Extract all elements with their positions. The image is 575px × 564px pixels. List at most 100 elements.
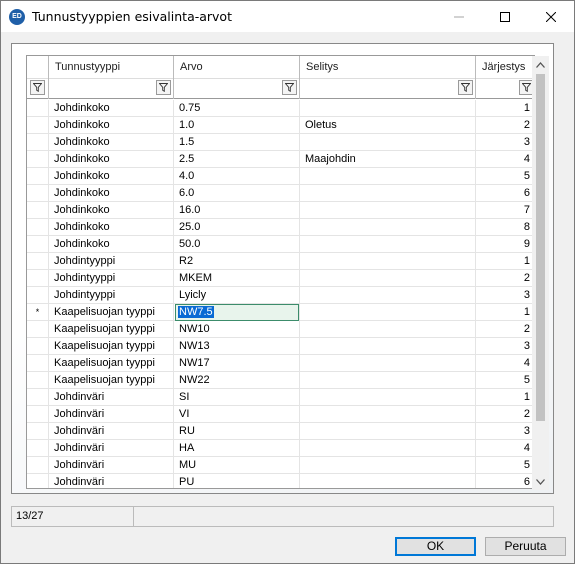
cell-tunnustyyppi[interactable]: Kaapelisuojan tyyppi (49, 338, 174, 355)
cell-arvo[interactable]: HA (174, 440, 300, 457)
row-indicator[interactable] (27, 321, 49, 338)
row-indicator[interactable] (27, 151, 49, 168)
cell-tunnustyyppi[interactable]: Johdinkoko (49, 185, 174, 202)
cell-arvo[interactable]: 50.0 (174, 236, 300, 253)
title-bar[interactable]: ED Tunnustyyppien esivalinta-arvot (1, 1, 574, 32)
table-row[interactable]: Johdintyyppi R2 1 (27, 253, 534, 270)
cell-arvo[interactable]: MU (174, 457, 300, 474)
column-header-tunnustyyppi[interactable]: Tunnustyyppi (49, 56, 174, 99)
cell-selitys[interactable] (300, 185, 476, 202)
cell-arvo[interactable]: NW13 (174, 338, 300, 355)
cell-jarjestys[interactable]: 5 (476, 457, 534, 474)
cell-tunnustyyppi[interactable]: Kaapelisuojan tyyppi (49, 372, 174, 389)
row-indicator[interactable] (27, 236, 49, 253)
scroll-down-button[interactable] (532, 473, 549, 490)
cell-arvo[interactable]: RU (174, 423, 300, 440)
row-indicator[interactable] (27, 287, 49, 304)
cell-tunnustyyppi[interactable]: Johdintyyppi (49, 270, 174, 287)
row-indicator[interactable]: * (27, 304, 49, 321)
cell-selitys[interactable] (300, 440, 476, 457)
cell-arvo[interactable]: R2 (174, 253, 300, 270)
vertical-scrollbar[interactable] (532, 56, 549, 490)
cell-tunnustyyppi[interactable]: Johdintyyppi (49, 253, 174, 270)
cell-arvo[interactable]: PU (174, 474, 300, 488)
filter-button-selitys[interactable] (458, 80, 473, 95)
row-indicator[interactable] (27, 389, 49, 406)
cell-arvo[interactable]: 0.75 (174, 100, 300, 117)
cell-tunnustyyppi[interactable]: Johdinväri (49, 457, 174, 474)
cell-jarjestys[interactable]: 1 (476, 100, 534, 117)
cell-arvo[interactable]: NW10 (174, 321, 300, 338)
cell-jarjestys[interactable]: 1 (476, 253, 534, 270)
row-indicator[interactable] (27, 168, 49, 185)
table-row[interactable]: Johdinkoko 6.0 6 (27, 185, 534, 202)
cell-selitys[interactable] (300, 253, 476, 270)
cell-selitys[interactable] (300, 338, 476, 355)
cell-tunnustyyppi[interactable]: Johdinväri (49, 440, 174, 457)
row-indicator[interactable] (27, 423, 49, 440)
cell-selitys[interactable] (300, 270, 476, 287)
cell-arvo[interactable]: NW7.5 (174, 304, 300, 321)
row-indicator[interactable] (27, 355, 49, 372)
cell-tunnustyyppi[interactable]: Johdinkoko (49, 202, 174, 219)
cell-jarjestys[interactable]: 3 (476, 338, 534, 355)
row-indicator[interactable] (27, 219, 49, 236)
cell-arvo[interactable]: 6.0 (174, 185, 300, 202)
cell-tunnustyyppi[interactable]: Johdinväri (49, 423, 174, 440)
row-indicator[interactable] (27, 440, 49, 457)
row-filter-button[interactable] (30, 80, 45, 95)
cell-tunnustyyppi[interactable]: Johdinkoko (49, 219, 174, 236)
cell-selitys[interactable] (300, 202, 476, 219)
table-row[interactable]: Johdintyyppi Lyicly 3 (27, 287, 534, 304)
table-row[interactable]: Johdinväri SI 1 (27, 389, 534, 406)
table-row[interactable]: Johdinväri RU 3 (27, 423, 534, 440)
cell-tunnustyyppi[interactable]: Johdinväri (49, 406, 174, 423)
table-row[interactable]: Johdinkoko 0.75 1 (27, 100, 534, 117)
cell-selitys[interactable] (300, 423, 476, 440)
cell-selitys[interactable] (300, 355, 476, 372)
arvo-edit-field[interactable]: NW7.5 (175, 304, 299, 321)
cell-jarjestys[interactable]: 7 (476, 202, 534, 219)
cell-tunnustyyppi[interactable]: Johdinkoko (49, 100, 174, 117)
cell-jarjestys[interactable]: 3 (476, 134, 534, 151)
scroll-up-button[interactable] (532, 56, 549, 73)
cell-tunnustyyppi[interactable]: Johdinväri (49, 474, 174, 488)
table-row[interactable]: Johdinkoko 1.0 Oletus 2 (27, 117, 534, 134)
cell-selitys[interactable] (300, 389, 476, 406)
row-indicator[interactable] (27, 270, 49, 287)
cell-jarjestys[interactable]: 9 (476, 236, 534, 253)
cell-tunnustyyppi[interactable]: Johdinkoko (49, 168, 174, 185)
cell-arvo[interactable]: MKEM (174, 270, 300, 287)
column-header-jarjestys[interactable]: Järjestys (476, 56, 534, 99)
cell-tunnustyyppi[interactable]: Johdinkoko (49, 134, 174, 151)
table-row[interactable]: * Kaapelisuojan tyyppi NW7.5 1 (27, 304, 534, 321)
row-indicator[interactable] (27, 253, 49, 270)
cell-arvo[interactable]: 16.0 (174, 202, 300, 219)
cell-arvo[interactable]: NW22 (174, 372, 300, 389)
cell-jarjestys[interactable]: 5 (476, 168, 534, 185)
cell-jarjestys[interactable]: 4 (476, 151, 534, 168)
cell-jarjestys[interactable]: 6 (476, 474, 534, 488)
row-indicator[interactable] (27, 457, 49, 474)
column-header-arvo[interactable]: Arvo (174, 56, 300, 99)
row-indicator[interactable] (27, 117, 49, 134)
row-indicator[interactable] (27, 474, 49, 488)
table-row[interactable]: Kaapelisuojan tyyppi NW22 5 (27, 372, 534, 389)
table-row[interactable]: Johdinväri HA 4 (27, 440, 534, 457)
cell-jarjestys[interactable]: 2 (476, 321, 534, 338)
table-row[interactable]: Johdinväri PU 6 (27, 474, 534, 488)
cell-arvo[interactable]: 2.5 (174, 151, 300, 168)
cell-selitys[interactable] (300, 287, 476, 304)
row-indicator[interactable] (27, 372, 49, 389)
cell-jarjestys[interactable]: 4 (476, 440, 534, 457)
cell-jarjestys[interactable]: 1 (476, 389, 534, 406)
cell-jarjestys[interactable]: 2 (476, 270, 534, 287)
minimize-button[interactable] (436, 1, 482, 32)
cell-jarjestys[interactable]: 4 (476, 355, 534, 372)
cell-tunnustyyppi[interactable]: Johdinkoko (49, 236, 174, 253)
row-indicator[interactable] (27, 202, 49, 219)
cell-jarjestys[interactable]: 5 (476, 372, 534, 389)
table-row[interactable]: Johdintyyppi MKEM 2 (27, 270, 534, 287)
cell-tunnustyyppi[interactable]: Kaapelisuojan tyyppi (49, 355, 174, 372)
cell-selitys[interactable] (300, 474, 476, 488)
